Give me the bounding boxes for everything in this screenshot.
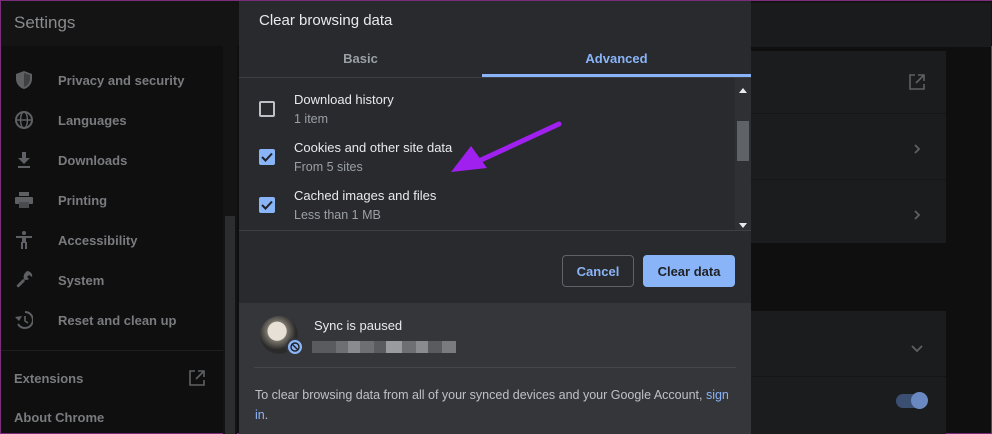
sync-note: To clear browsing data from all of your … (255, 385, 745, 425)
account-email-redacted (312, 338, 456, 356)
shield-icon (14, 70, 34, 90)
sidebar-item-label: Reset and clean up (58, 312, 177, 328)
sidebar-item-label: Languages (58, 112, 127, 128)
sidebar-item-label: Privacy and security (58, 72, 185, 88)
settings-search-bar[interactable] (751, 3, 991, 47)
sidebar-item-accessibility[interactable]: Accessibility (1, 220, 223, 260)
clear-data-button[interactable]: Clear data (643, 255, 735, 287)
chevron-down-icon[interactable] (911, 339, 923, 353)
sidebar-item-languages[interactable]: Languages (1, 100, 223, 140)
sidebar-item-privacy[interactable]: Privacy and security (1, 60, 223, 100)
cancel-button[interactable]: Cancel (562, 255, 634, 287)
item-name: Cached images and files (294, 188, 437, 203)
sync-paused-badge-icon (286, 338, 304, 356)
sync-status: Sync is paused (314, 318, 403, 333)
settings-toggle-knob[interactable] (911, 392, 928, 409)
cached-images-checkbox[interactable] (259, 197, 275, 213)
cookies-checkbox[interactable] (259, 149, 275, 165)
sidebar-item-printing[interactable]: Printing (1, 180, 223, 220)
restore-icon (14, 310, 34, 330)
scroll-up-arrow-icon[interactable] (738, 81, 748, 93)
list-divider (239, 230, 751, 231)
card-divider (751, 376, 946, 377)
list-item-cached-images[interactable]: Cached images and files Less than 1 MB (239, 180, 735, 228)
check-icon (261, 152, 273, 162)
clear-browsing-data-dialog: Clear browsing data Basic Advanced Downl… (239, 1, 751, 434)
item-detail: 1 item (294, 112, 329, 126)
sidebar-divider (1, 350, 223, 351)
settings-card (751, 311, 946, 434)
scroll-down-arrow-icon[interactable] (738, 217, 748, 228)
sync-note-end: . (264, 408, 269, 422)
item-name: Download history (294, 92, 394, 107)
card-divider (751, 179, 946, 180)
list-scrollbar-thumb[interactable] (737, 121, 749, 161)
settings-sidebar: Privacy and security Languages Downloads… (1, 46, 223, 434)
dialog-tabs: Basic Advanced (239, 39, 751, 77)
sidebar-item-about[interactable]: About Chrome (14, 410, 104, 425)
annotation-arrow-icon (451, 121, 562, 172)
chevron-right-icon[interactable] (913, 141, 923, 154)
check-icon (261, 200, 273, 210)
download-history-checkbox[interactable] (259, 101, 275, 117)
tab-basic[interactable]: Basic (239, 39, 482, 77)
sidebar-item-extensions[interactable]: Extensions (14, 371, 83, 386)
chevron-right-icon[interactable] (913, 207, 923, 220)
download-icon (14, 150, 34, 170)
accessibility-icon (14, 230, 34, 250)
sidebar-item-label: Printing (58, 192, 108, 208)
sidebar-item-label: System (58, 272, 105, 288)
dialog-title: Clear browsing data (259, 12, 393, 29)
item-detail: Less than 1 MB (294, 208, 381, 222)
sync-divider (254, 367, 736, 368)
printer-icon (14, 190, 34, 210)
item-name: Cookies and other site data (294, 140, 453, 155)
open-external-icon[interactable] (909, 74, 925, 95)
sidebar-item-downloads[interactable]: Downloads (1, 140, 223, 180)
wrench-icon (14, 270, 34, 290)
globe-icon (14, 110, 34, 130)
item-detail: From 5 sites (294, 160, 363, 174)
sync-note-text: To clear browsing data from all of your … (255, 388, 703, 402)
sidebar-item-label: Downloads (58, 152, 128, 168)
page-scrollbar-thumb[interactable] (225, 216, 235, 434)
settings-title: Settings (14, 13, 76, 32)
sidebar-item-reset[interactable]: Reset and clean up (1, 300, 223, 340)
open-external-icon (189, 370, 205, 386)
sidebar-item-system[interactable]: System (1, 260, 223, 300)
card-divider (751, 113, 946, 114)
sidebar-item-label: Accessibility (58, 232, 138, 248)
tab-advanced[interactable]: Advanced (482, 39, 751, 77)
